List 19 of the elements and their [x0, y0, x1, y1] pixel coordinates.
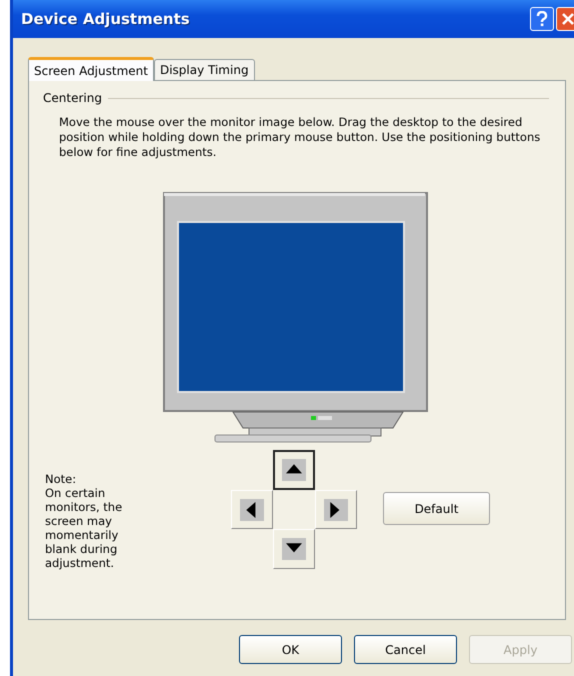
tab[interactable]: Screen Adjustment: [28, 57, 154, 81]
note-text: On certain monitors, the screen may momentarily blank during adjustment.: [45, 486, 124, 570]
monitor-drawing[interactable]: [163, 192, 429, 444]
dialog-button[interactable]: OK: [239, 635, 342, 664]
help-button[interactable]: [530, 7, 554, 31]
down-arrow-button[interactable]: [273, 529, 315, 569]
dialog-button[interactable]: Cancel: [354, 635, 457, 664]
default-button[interactable]: Default: [383, 492, 490, 525]
left-arrow-button[interactable]: [231, 490, 273, 529]
right-arrow-button[interactable]: [315, 490, 357, 529]
close-button[interactable]: [556, 7, 574, 31]
help-icon: [535, 11, 549, 27]
close-icon: [561, 12, 574, 26]
window-title: Device Adjustments: [21, 10, 190, 28]
instructions-text: Move the mouse over the monitor image below. Drag the desktop to the desired position while holding down the primary mouse button. Use the positioning buttons below for fine adjustments.: [59, 115, 542, 160]
group-title: Centering: [43, 91, 102, 105]
up-arrow-button[interactable]: [273, 450, 315, 490]
note-heading: Note:: [45, 472, 78, 486]
tab[interactable]: Display Timing: [154, 59, 255, 80]
